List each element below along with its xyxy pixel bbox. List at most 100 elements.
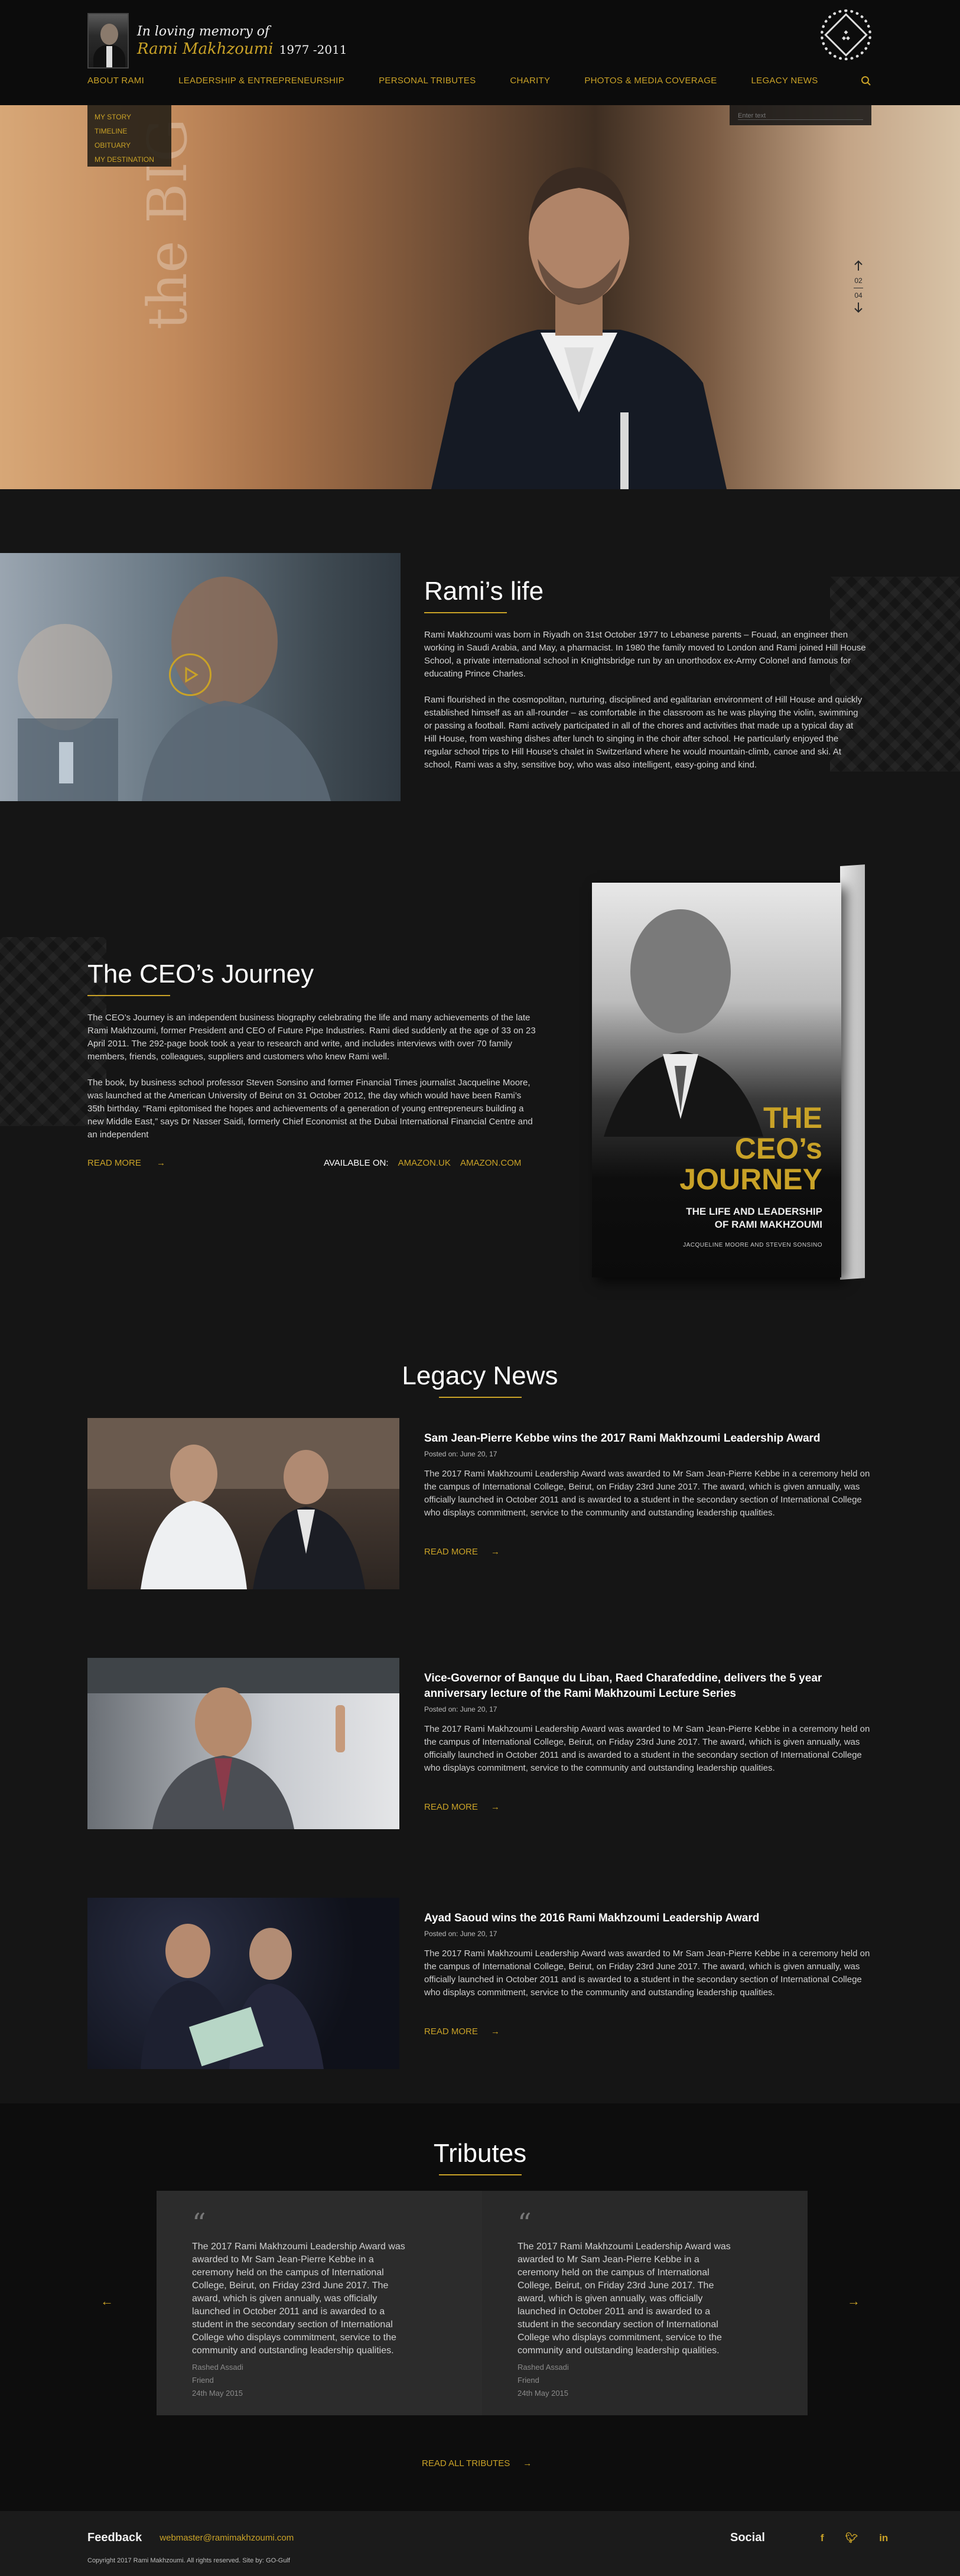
arrow-right-icon: →: [490, 1802, 500, 1812]
memorial-years: 1977 -2011: [279, 42, 347, 57]
title-underline: [438, 2174, 522, 2175]
ceo-read-more-label: READ MORE: [87, 1158, 141, 1168]
book-pages: [840, 864, 865, 1280]
tribute-author: Rashed Assadi: [192, 2363, 243, 2372]
tribute-date: 24th May 2015: [192, 2389, 243, 2398]
ceo-paragraph-2: The book, by business school professor S…: [87, 1078, 533, 1140]
read-all-tributes-label: READ ALL TRIBUTES: [422, 2458, 510, 2468]
tribute-author: Rashed Assadi: [518, 2363, 569, 2372]
main-nav: ABOUT RAMI LEADERSHIP & ENTREPRENEURSHIP…: [87, 76, 852, 86]
tribute-text: The 2017 Rami Makhzoumi Leadership Award…: [518, 2242, 731, 2356]
news-photo-certificate: [141, 1924, 324, 2069]
read-all-tributes-link[interactable]: READ ALL TRIBUTES →: [422, 2458, 532, 2468]
search-icon[interactable]: [861, 76, 871, 86]
arrow-right-icon: →: [157, 1158, 166, 1168]
news-excerpt: The 2017 Rami Makhzoumi Leadership Award…: [424, 1469, 870, 1518]
slide-down-arrow-icon[interactable]: [851, 300, 865, 314]
news-image[interactable]: [87, 1418, 399, 1589]
news-image[interactable]: [87, 1658, 399, 1829]
news-excerpt: The 2017 Rami Makhzoumi Leadership Award…: [424, 1949, 870, 1998]
memory-line: In loving memory of: [137, 24, 270, 39]
news-date: Posted on: June 20, 17: [424, 1450, 497, 1458]
arrow-right-icon: →: [523, 2458, 532, 2468]
dropdown-item-obituary[interactable]: OBITUARY: [95, 138, 164, 152]
news-date: Posted on: June 20, 17: [424, 1705, 497, 1713]
news-date: Posted on: June 20, 17: [424, 1930, 497, 1938]
legacy-news-title: Legacy News: [402, 1361, 558, 1390]
book-title-2: CEO’s: [734, 1132, 822, 1165]
read-more-label: READ MORE: [424, 2027, 478, 2037]
news-headline[interactable]: Sam Jean-Pierre Kebbe wins the 2017 Rami…: [424, 1431, 873, 1446]
tribute-card: “ The 2017 Rami Makhzoumi Leadership Awa…: [157, 2191, 482, 2415]
nav-photos-media[interactable]: PHOTOS & MEDIA COVERAGE: [584, 76, 717, 86]
book-subtitle-2: OF RAMI MAKHZOUMI: [714, 1219, 822, 1230]
tribute-relation: Friend: [192, 2376, 214, 2385]
ceo-paragraph-1: The CEO’s Journey is an independent busi…: [87, 1013, 536, 1062]
news-photo-award-handshake: [87, 1418, 399, 1589]
slide-current: 02: [854, 277, 863, 285]
life-video-thumbnail[interactable]: [0, 553, 401, 801]
book-subtitle-1: THE LIFE AND LEADERSHIP: [686, 1206, 822, 1217]
dropdown-item-timeline[interactable]: TIMELINE: [95, 124, 164, 138]
feedback-email-link[interactable]: webmaster@ramimakhzoumi.com: [160, 2533, 294, 2543]
hero-portrait: [431, 167, 727, 489]
dropdown-item-my-destination[interactable]: MY DESTINATION: [95, 152, 164, 167]
tribute-relation: Friend: [518, 2376, 539, 2385]
ceo-read-more-link[interactable]: READ MORE →: [87, 1158, 165, 1168]
news-item: Ayad Saoud wins the 2016 Rami Makhzoumi …: [87, 1898, 873, 2069]
nav-personal-tributes[interactable]: PERSONAL TRIBUTES: [379, 76, 476, 86]
news-read-more-link[interactable]: READ MORE →: [424, 2027, 500, 2037]
tributes-next-arrow-icon[interactable]: →: [847, 2294, 860, 2309]
twitter-icon[interactable]: 🐦︎: [845, 2532, 858, 2544]
ramis-life-section: Rami’s life Rami Makhzoumi was born in R…: [0, 553, 960, 801]
site-logo[interactable]: In loving memory of Rami Makhzoumi 1977 -…: [87, 13, 347, 69]
dropdown-item-my-story[interactable]: MY STORY: [95, 110, 164, 124]
tributes-prev-arrow-icon[interactable]: ←: [100, 2294, 113, 2309]
title-underline: [87, 995, 170, 996]
news-read-more-link[interactable]: READ MORE →: [424, 1802, 500, 1812]
news-read-more-link[interactable]: READ MORE →: [424, 1547, 500, 1557]
nav-legacy-news[interactable]: LEGACY NEWS: [751, 76, 818, 86]
tributes-section: Tributes ← → “ The 2017 Rami Makhzoumi L…: [0, 2103, 960, 2511]
nav-about-rami[interactable]: ABOUT RAMI: [87, 76, 144, 86]
nav-leadership[interactable]: LEADERSHIP & ENTREPRENEURSHIP: [178, 76, 344, 86]
ramis-life-title: Rami’s life: [424, 577, 544, 606]
feedback-label: Feedback: [87, 2531, 142, 2544]
quote-icon: “: [192, 2207, 206, 2239]
tribute-date: 24th May 2015: [518, 2389, 569, 2398]
arrow-right-icon: →: [490, 1547, 500, 1557]
search-input[interactable]: [738, 112, 863, 120]
tribute-text: The 2017 Rami Makhzoumi Leadership Award…: [192, 2242, 405, 2356]
news-item: Sam Jean-Pierre Kebbe wins the 2017 Rami…: [87, 1418, 873, 1589]
news-headline[interactable]: Ayad Saoud wins the 2016 Rami Makhzoumi …: [424, 1911, 873, 1926]
quote-icon: “: [518, 2207, 532, 2239]
available-on-label: AVAILABLE ON:: [324, 1158, 389, 1168]
facebook-icon[interactable]: f: [821, 2532, 824, 2544]
tributes-carousel: “ The 2017 Rami Makhzoumi Leadership Awa…: [157, 2191, 808, 2415]
news-headline[interactable]: Vice-Governor of Banque du Liban, Raed C…: [424, 1671, 873, 1702]
tributes-title: Tributes: [433, 2139, 527, 2168]
amazon-com-link[interactable]: AMAZON.COM: [460, 1158, 521, 1168]
hero-search-box: [730, 105, 871, 125]
title-underline: [438, 1397, 522, 1398]
tribute-card: “ The 2017 Rami Makhzoumi Leadership Awa…: [482, 2191, 808, 2415]
read-more-label: READ MORE: [424, 1547, 478, 1557]
site-header: In loving memory of Rami Makhzoumi 1977 -…: [0, 0, 960, 105]
about-dropdown-menu: MY STORY TIMELINE OBITUARY MY DESTINATIO…: [87, 105, 171, 167]
memorial-portrait: [87, 13, 129, 69]
book-title-block: THE CEO’s JOURNEY THE LIFE AND LEADERSHI…: [679, 1102, 822, 1248]
read-more-label: READ MORE: [424, 1802, 478, 1812]
play-icon[interactable]: [169, 653, 211, 696]
ceo-journey-title: The CEO’s Journey: [87, 960, 314, 988]
news-image[interactable]: [87, 1898, 399, 2069]
linkedin-icon[interactable]: in: [879, 2532, 888, 2544]
copyright-text: Copyright 2017 Rami Makhzoumi. All right…: [87, 2557, 290, 2564]
book-authors: JACQUELINE MOORE AND STEVEN SONSINO: [683, 1242, 822, 1248]
amazon-uk-link[interactable]: AMAZON.UK: [398, 1158, 451, 1168]
book-front: THE CEO’s JOURNEY THE LIFE AND LEADERSHI…: [592, 883, 841, 1277]
nav-charity[interactable]: CHARITY: [510, 76, 550, 86]
emblem-logo: ◆ ◆◆: [821, 9, 871, 60]
slide-up-arrow-icon[interactable]: [851, 259, 865, 273]
book-title-3: JOURNEY: [679, 1163, 822, 1196]
book-cover[interactable]: THE CEO’s JOURNEY THE LIFE AND LEADERSHI…: [592, 864, 865, 1280]
